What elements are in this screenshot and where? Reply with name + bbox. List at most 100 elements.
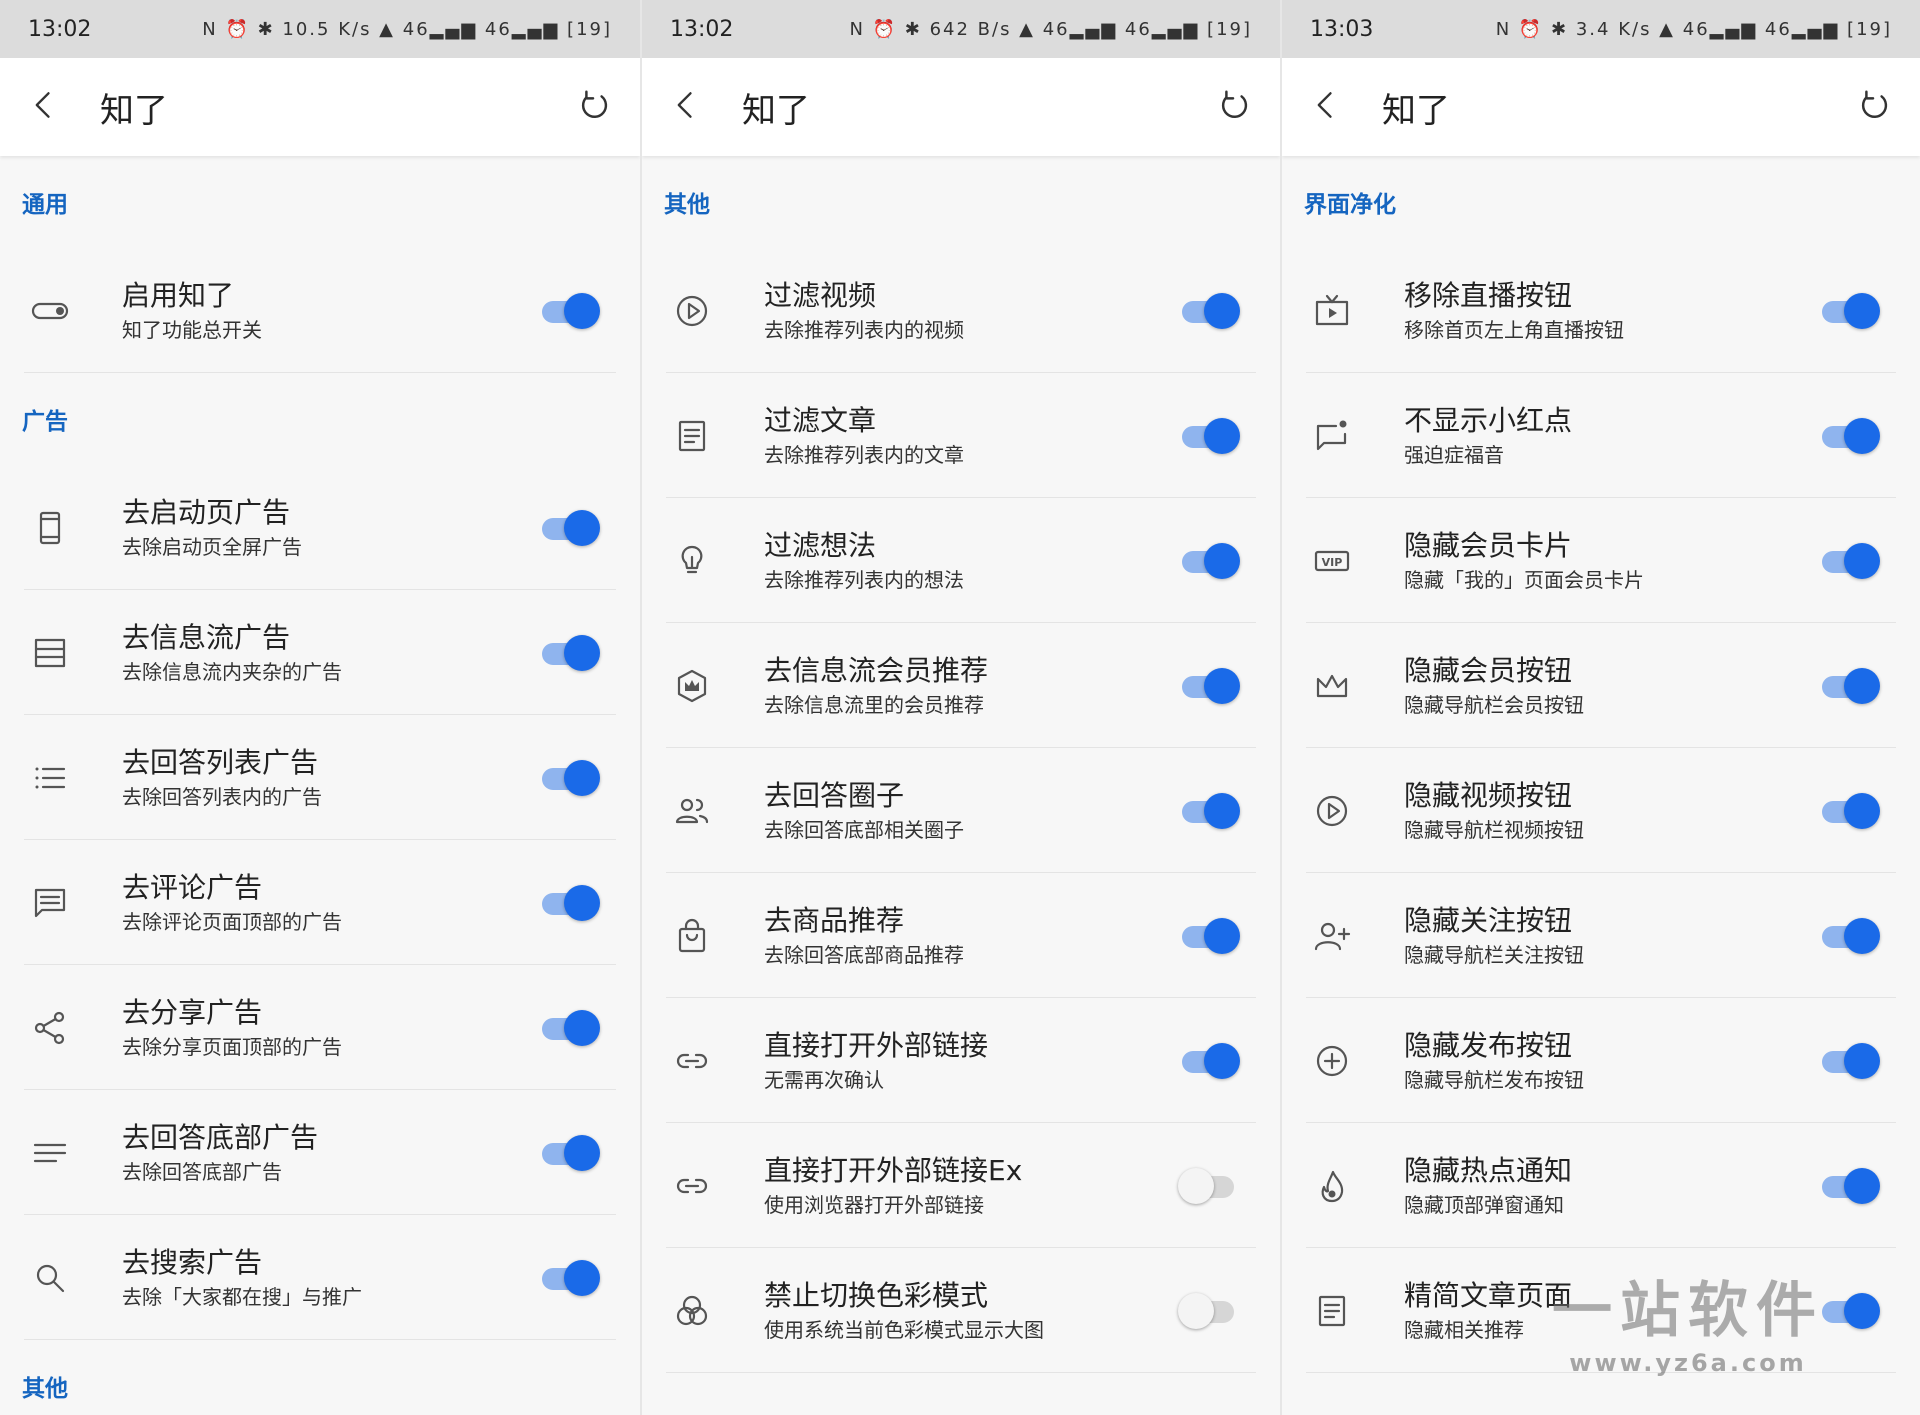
toggle-icon [14,291,86,331]
setting-row[interactable]: 去分享广告 去除分享页面顶部的广告 [0,965,640,1090]
back-button[interactable] [666,87,706,127]
switch-thumb [564,634,600,671]
setting-row[interactable]: 去回答底部广告 去除回答底部广告 [0,1090,640,1215]
setting-subtitle: 使用系统当前色彩模式显示大图 [764,1317,1044,1342]
setting-row[interactable]: 不显示小红点 强迫症福音 [1282,373,1920,498]
refresh-button[interactable] [1852,85,1896,129]
setting-row[interactable]: 直接打开外部链接Ex 使用浏览器打开外部链接 [642,1123,1280,1248]
switch-thumb [564,1009,600,1046]
switch-thumb [564,1134,600,1171]
settings-list[interactable]: 其他 过滤视频 去除推荐列表内的视频 过滤文章 去除推荐列表内的文章 过滤想法 … [642,156,1280,1373]
toggle-switch[interactable] [1178,791,1242,831]
setting-row[interactable]: 隐藏视频按钮 隐藏导航栏视频按钮 [1282,748,1920,873]
switch-thumb [1178,1167,1214,1204]
toggle-switch[interactable] [1818,666,1882,706]
switch-thumb [564,292,600,329]
setting-row[interactable]: VIP 隐藏会员卡片 隐藏「我的」页面会员卡片 [1282,498,1920,623]
setting-row[interactable]: 去评论广告 去除评论页面顶部的广告 [0,840,640,965]
back-button[interactable] [24,87,64,127]
toggle-switch[interactable] [538,508,602,548]
vip-icon: VIP [1296,541,1368,581]
refresh-icon [1215,86,1253,128]
setting-row[interactable]: 过滤文章 去除推荐列表内的文章 [642,373,1280,498]
toggle-switch[interactable] [1178,1041,1242,1081]
refresh-button[interactable] [1212,85,1256,129]
setting-title: 过滤视频 [764,278,877,312]
toggle-switch[interactable] [1818,791,1882,831]
setting-row[interactable]: 移除直播按钮 移除首页左上角直播按钮 [1282,248,1920,373]
play-icon [656,291,728,331]
setting-subtitle: 去除「大家都在搜」与推广 [122,1284,362,1309]
setting-title: 去启动页广告 [122,495,291,529]
setting-subtitle: 去除分享页面顶部的广告 [122,1034,342,1059]
setting-row[interactable]: 去回答圈子 去除回答底部相关圈子 [642,748,1280,873]
section-header: 其他 [22,1376,68,1402]
feed-icon [14,633,86,673]
setting-row[interactable]: 隐藏关注按钮 隐藏导航栏关注按钮 [1282,873,1920,998]
toggle-switch[interactable] [1178,416,1242,456]
setting-row[interactable]: 精简文章页面 隐藏相关推荐 [1282,1248,1920,1373]
chevron-left-icon [668,87,704,127]
toggle-switch[interactable] [538,883,602,923]
setting-row[interactable]: 启用知了 知了功能总开关 [0,248,640,373]
toggle-switch[interactable] [1818,416,1882,456]
setting-row[interactable]: 去搜索广告 去除「大家都在搜」与推广 [0,1215,640,1340]
section-header: 其他 [664,192,710,218]
switch-thumb [1204,792,1240,829]
toggle-switch[interactable] [1178,666,1242,706]
link-icon [656,1166,728,1206]
toggle-switch[interactable] [538,758,602,798]
switch-thumb [1844,667,1880,704]
toggle-switch[interactable] [538,1258,602,1298]
toggle-switch[interactable] [1818,1041,1882,1081]
toggle-switch[interactable] [538,291,602,331]
toggle-switch[interactable] [538,1133,602,1173]
setting-row[interactable]: 去信息流会员推荐 去除信息流里的会员推荐 [642,623,1280,748]
toggle-switch[interactable] [1178,541,1242,581]
toggle-switch[interactable] [1818,541,1882,581]
toggle-switch[interactable] [1818,1166,1882,1206]
setting-title: 直接打开外部链接 [764,1028,989,1062]
back-button[interactable] [1306,87,1346,127]
setting-row[interactable]: 去信息流广告 去除信息流内夹杂的广告 [0,590,640,715]
setting-row[interactable]: 去回答列表广告 去除回答列表内的广告 [0,715,640,840]
switch-thumb [564,759,600,796]
toggle-switch[interactable] [1818,291,1882,331]
setting-title: 不显示小红点 [1404,403,1573,437]
screen-1: 13:02 N ⏰ ✱ 10.5 K/s ▲ 46▂▄▆ 46▂▄▆ [19] … [0,0,640,1415]
setting-subtitle: 去除回答底部商品推荐 [764,942,964,967]
toggle-switch[interactable] [1818,1291,1882,1331]
setting-subtitle: 隐藏顶部弹窗通知 [1404,1192,1564,1217]
setting-row[interactable]: 隐藏会员按钮 隐藏导航栏会员按钮 [1282,623,1920,748]
setting-row[interactable]: 去启动页广告 去除启动页全屏广告 [0,465,640,590]
setting-row[interactable]: 过滤视频 去除推荐列表内的视频 [642,248,1280,373]
settings-list[interactable]: 通用 启用知了 知了功能总开关 广告 去启动页广告 去除启动页全屏广告 去信息流… [0,156,640,1415]
setting-row[interactable]: 去商品推荐 去除回答底部商品推荐 [642,873,1280,998]
setting-row[interactable]: 隐藏热点通知 隐藏顶部弹窗通知 [1282,1123,1920,1248]
toggle-switch[interactable] [1178,1291,1242,1331]
search-icon [14,1258,86,1298]
toggle-switch[interactable] [1818,916,1882,956]
setting-row[interactable]: 过滤想法 去除推荐列表内的想法 [642,498,1280,623]
setting-row[interactable]: 直接打开外部链接 无需再次确认 [642,998,1280,1123]
setting-title: 去分享广告 [122,995,263,1029]
link-icon [656,1041,728,1081]
setting-row[interactable]: 禁止切换色彩模式 使用系统当前色彩模式显示大图 [642,1248,1280,1373]
group-icon [656,791,728,831]
settings-list[interactable]: 界面净化 移除直播按钮 移除首页左上角直播按钮 不显示小红点 强迫症福音 VIP… [1282,156,1920,1373]
switch-thumb [1844,417,1880,454]
toggle-switch[interactable] [538,633,602,673]
status-indicators: N ⏰ ✱ 3.4 K/s ▲ 46▂▄▆ 46▂▄▆ [19] [1495,18,1892,40]
setting-title: 隐藏会员卡片 [1404,528,1573,562]
section-header: 广告 [22,409,68,435]
setting-title: 移除直播按钮 [1404,278,1573,312]
toggle-switch[interactable] [1178,916,1242,956]
setting-title: 去商品推荐 [764,903,905,937]
refresh-button[interactable] [572,85,616,129]
toggle-switch[interactable] [1178,291,1242,331]
toggle-switch[interactable] [538,1008,602,1048]
toggle-switch[interactable] [1178,1166,1242,1206]
status-bar: 13:03 N ⏰ ✱ 3.4 K/s ▲ 46▂▄▆ 46▂▄▆ [19] [1282,0,1920,58]
page-title: 知了 [100,90,168,131]
setting-row[interactable]: 隐藏发布按钮 隐藏导航栏发布按钮 [1282,998,1920,1123]
